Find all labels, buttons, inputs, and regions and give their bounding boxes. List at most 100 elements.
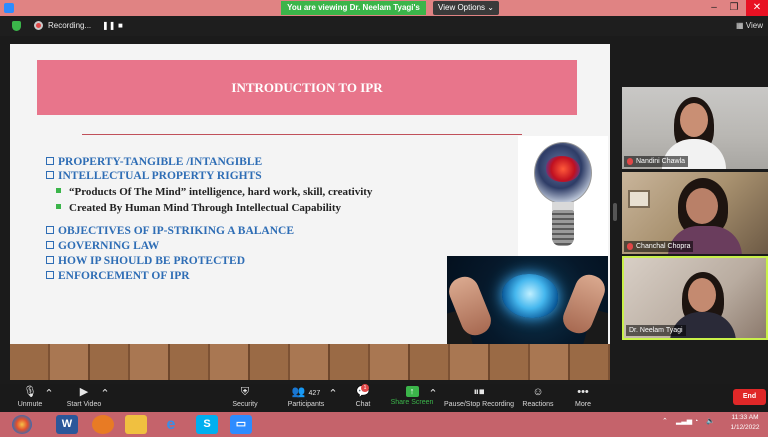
participant-face	[688, 278, 716, 312]
meeting-controls	[0, 384, 768, 412]
chevron-up-icon: ⌃	[44, 388, 54, 400]
bullet-text: PROPERTY-TANGIBLE /INTANGIBLE	[58, 156, 263, 168]
chat-icon: 💬 1	[356, 384, 370, 398]
participants-icon: 👥 427	[291, 386, 321, 398]
checkbox-bullet-icon	[46, 226, 54, 234]
tray-overflow-icon[interactable]: ⌃	[662, 418, 668, 426]
close-window-button[interactable]: ✕	[746, 0, 768, 16]
bullet-text: ENFORCEMENT OF IPR	[58, 270, 190, 282]
chat-button[interactable]: 💬 1 Chat	[352, 384, 374, 411]
bulb-base	[552, 210, 574, 246]
bullet-item: GOVERNING LAW	[46, 239, 159, 253]
word-app-icon[interactable]: W	[56, 415, 78, 434]
audio-options-caret[interactable]: ⌃	[44, 388, 54, 401]
unmute-button[interactable]: 🎙 Unmute	[16, 386, 44, 411]
end-meeting-button[interactable]: End	[733, 389, 766, 405]
sub-bullet-item: Created By Human Mind Through Intellectu…	[56, 201, 341, 215]
share-options-caret[interactable]: ⌃	[428, 388, 438, 401]
clock-date: 1/12/2022	[730, 424, 760, 431]
start-video-button[interactable]: ▶ Start Video	[64, 386, 104, 411]
bullet-item: PROPERTY-TANGIBLE /INTANGIBLE	[46, 155, 262, 169]
glowing-brain-icon	[502, 274, 558, 318]
more-label: More	[575, 401, 591, 408]
start-menu-icon[interactable]	[12, 415, 32, 434]
participant-name-text: Dr. Neelam Tyagi	[629, 327, 683, 334]
reactions-label: Reactions	[522, 401, 554, 408]
shield-icon: ⛨	[240, 386, 250, 398]
security-label: Security	[232, 401, 258, 408]
zoom-window: You are viewing Dr. Neelam Tyagi's scree…	[0, 0, 768, 437]
checkbox-bullet-icon	[46, 241, 54, 249]
system-clock[interactable]: 11:33 AM 1/12/2022	[724, 413, 766, 433]
file-explorer-icon[interactable]	[125, 415, 147, 434]
internet-explorer-icon[interactable]: e	[160, 415, 182, 434]
muted-mic-icon	[627, 243, 633, 250]
split-resize-handle[interactable]	[613, 203, 617, 221]
participant-name-text: Chanchal Chopra	[636, 243, 691, 250]
chevron-down-icon: ⌄	[487, 3, 494, 12]
reactions-button[interactable]: ☺ Reactions	[522, 386, 554, 411]
sub-bullet-item: “Products Of The Mind” intelligence, har…	[56, 185, 372, 199]
zoom-taskbar-icon[interactable]: ▭	[230, 415, 252, 434]
pause-recording-icon[interactable]: ❚❚	[102, 20, 115, 32]
checkbox-bullet-icon	[46, 157, 54, 165]
encryption-shield-icon[interactable]	[12, 21, 21, 31]
skype-app-icon[interactable]: S	[196, 415, 218, 434]
participant-name: Nandini Chawla	[624, 156, 689, 167]
sub-bullet-text: Created By Human Mind Through Intellectu…	[69, 202, 341, 214]
wooden-floor-decoration	[10, 344, 610, 380]
participants-count: 427	[308, 390, 321, 397]
recording-status: Recording...	[48, 21, 92, 30]
bullet-text: GOVERNING LAW	[58, 240, 160, 252]
bulb-neck	[552, 202, 574, 210]
participant-face	[680, 103, 708, 137]
participant-video-tile[interactable]: Chanchal Chopra	[622, 172, 768, 254]
firefox-app-icon[interactable]	[92, 415, 114, 434]
sub-bullet-text: “Products Of The Mind” intelligence, har…	[69, 186, 373, 198]
hands-brain-image	[447, 256, 608, 344]
participant-face	[686, 188, 718, 224]
participant-name: Dr. Neelam Tyagi	[626, 325, 686, 336]
volume-icon[interactable]: 🔈	[706, 418, 715, 426]
view-options-button[interactable]: View Options ⌄	[433, 1, 499, 15]
security-button[interactable]: ⛨ Security	[230, 386, 260, 411]
slide-title: INTRODUCTION TO IPR	[231, 80, 383, 95]
chat-badge: 1	[361, 384, 369, 392]
brain-icon	[546, 156, 580, 182]
maximize-button[interactable]: ❐	[724, 0, 744, 16]
participant-name-text: Nandini Chawla	[636, 158, 686, 165]
chevron-up-icon: ⌃	[328, 388, 338, 400]
view-options-label: View Options	[438, 3, 486, 12]
checkbox-bullet-icon	[46, 256, 54, 264]
participants-options-caret[interactable]: ⌃	[328, 388, 338, 401]
active-speaker-tile[interactable]: Dr. Neelam Tyagi	[622, 256, 768, 340]
participant-name: Chanchal Chopra	[624, 241, 694, 252]
pause-stop-recording-button[interactable]: ⏸⏹ Pause/Stop Recording	[444, 386, 514, 411]
windows-taskbar	[0, 412, 768, 437]
bullet-item: ENFORCEMENT OF IPR	[46, 269, 190, 283]
bullet-text: OBJECTIVES OF IP-STRIKING A BALANCE	[58, 225, 295, 237]
square-bullet-icon	[56, 204, 61, 209]
more-dots-icon: •••	[577, 386, 589, 398]
participant-video-tile[interactable]: Nandini Chawla	[622, 87, 768, 169]
shared-screen-slide: INTRODUCTION TO IPR PROPERTY-TANGIBLE /I…	[10, 44, 610, 380]
unmute-label: Unmute	[17, 401, 43, 408]
bullet-text: INTELLECTUAL PROPERTY RIGHTS	[58, 170, 262, 182]
video-options-caret[interactable]: ⌃	[100, 388, 110, 401]
clock-time: 11:33 AM	[731, 414, 759, 421]
minimize-button[interactable]: –	[704, 0, 724, 16]
square-bullet-icon	[56, 188, 61, 193]
stop-recording-icon[interactable]: ■	[118, 20, 123, 32]
view-layout-button[interactable]: ▦ View	[736, 20, 763, 32]
network-icon[interactable]: ▂▃▅	[676, 418, 692, 426]
participants-button[interactable]: 👥 427 Participants	[284, 386, 328, 411]
wifi-icon[interactable]: ◔	[694, 418, 698, 426]
chevron-up-icon: ⌃	[100, 388, 110, 400]
bullet-item: OBJECTIVES OF IP-STRIKING A BALANCE	[46, 224, 294, 238]
chat-label: Chat	[355, 401, 371, 408]
more-button[interactable]: ••• More	[572, 386, 594, 411]
share-screen-icon: ↑	[405, 386, 419, 397]
checkbox-bullet-icon	[46, 271, 54, 279]
recording-dot-icon	[34, 21, 43, 30]
mic-muted-icon: 🎙	[23, 386, 37, 398]
